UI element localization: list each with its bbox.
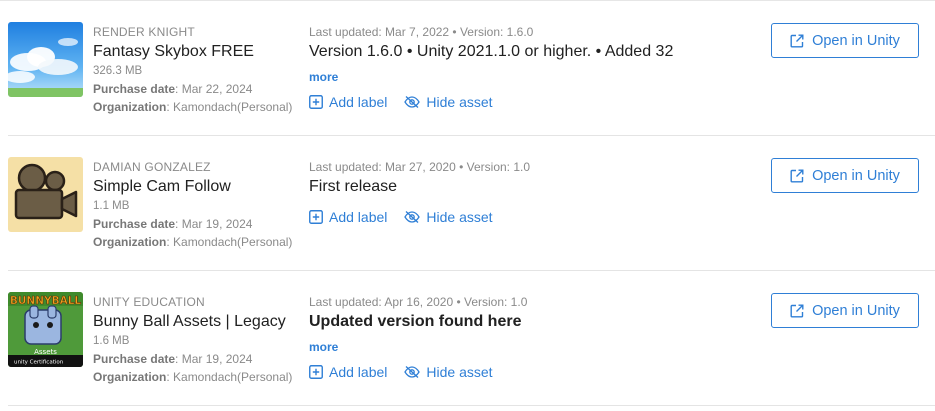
asset-actions: Add label Hide asset	[309, 209, 493, 225]
add-label-button[interactable]: Add label	[309, 94, 387, 110]
organization-label: Organization	[93, 370, 167, 384]
asset-row-bunny-ball: BUNNYBALL Assets unity Certification UNI…	[0, 271, 935, 406]
add-label-text: Add label	[329, 364, 388, 380]
asset-actions: Add label Hide asset	[309, 94, 493, 110]
external-link-icon	[790, 169, 804, 182]
asset-title[interactable]: Bunny Ball Assets | Legacy	[93, 313, 299, 331]
eye-slash-icon	[404, 211, 421, 223]
hide-asset-button[interactable]: Hide asset	[404, 364, 493, 380]
plus-square-icon	[309, 95, 323, 109]
organization-value: : Kamondach(Personal)	[166, 370, 293, 384]
organization: Organization: Kamondach(Personal)	[93, 370, 299, 384]
organization: Organization: Kamondach(Personal)	[93, 100, 299, 114]
thumbnail-assets-text: Assets	[34, 348, 57, 356]
asset-size: 1.1 MB	[93, 200, 130, 212]
publisher-name: UNITY EDUCATION	[93, 295, 205, 309]
purchase-date: Purchase date: Mar 22, 2024	[93, 82, 299, 96]
publisher-name: DAMIAN GONZALEZ	[93, 160, 211, 174]
video-camera-thumbnail[interactable]	[8, 157, 83, 232]
asset-size: 326.3 MB	[93, 65, 143, 77]
open-in-unity-label: Open in Unity	[812, 167, 900, 184]
external-link-icon	[790, 304, 804, 317]
bunny-ball-thumbnail[interactable]: BUNNYBALL Assets unity Certification	[8, 292, 83, 367]
add-label-text: Add label	[329, 209, 388, 225]
asset-description: Version 1.6.0 • Unity 2021.1.0 or higher…	[309, 43, 674, 60]
add-label-button[interactable]: Add label	[309, 364, 387, 380]
hide-asset-button[interactable]: Hide asset	[404, 209, 493, 225]
hide-asset-text: Hide asset	[426, 364, 493, 380]
last-updated: Last updated: Mar 7, 2022 • Version: 1.6…	[309, 25, 534, 39]
purchase-date-label: Purchase date	[93, 217, 176, 231]
asset-description: Updated version found here	[309, 313, 522, 330]
organization-label: Organization	[93, 235, 167, 249]
asset-title[interactable]: Fantasy Skybox FREE	[93, 43, 299, 61]
hide-asset-text: Hide asset	[426, 209, 493, 225]
thumbnail-title-text: BUNNYBALL	[10, 295, 82, 307]
organization-value: : Kamondach(Personal)	[166, 100, 293, 114]
open-in-unity-button[interactable]: Open in Unity	[771, 158, 919, 193]
plus-square-icon	[309, 210, 323, 224]
asset-title[interactable]: Simple Cam Follow	[93, 178, 299, 196]
more-link[interactable]: more	[309, 340, 338, 354]
asset-actions: Add label Hide asset	[309, 364, 493, 380]
organization: Organization: Kamondach(Personal)	[93, 235, 299, 249]
purchase-date-value: : Mar 22, 2024	[175, 82, 253, 96]
organization-label: Organization	[93, 100, 167, 114]
open-in-unity-label: Open in Unity	[812, 32, 900, 49]
last-updated: Last updated: Mar 27, 2020 • Version: 1.…	[309, 160, 531, 174]
row-divider	[8, 405, 935, 406]
purchase-date: Purchase date: Mar 19, 2024	[93, 217, 299, 231]
open-in-unity-button[interactable]: Open in Unity	[771, 23, 919, 58]
purchase-date: Purchase date: Mar 19, 2024	[93, 352, 299, 366]
purchase-date-label: Purchase date	[93, 352, 176, 366]
open-in-unity-button[interactable]: Open in Unity	[771, 293, 919, 328]
last-updated: Last updated: Apr 16, 2020 • Version: 1.…	[309, 295, 528, 309]
thumbnail-badge-text: unity Certification	[14, 360, 64, 366]
hide-asset-button[interactable]: Hide asset	[404, 94, 493, 110]
purchase-date-label: Purchase date	[93, 82, 176, 96]
publisher-name: RENDER KNIGHT	[93, 25, 195, 39]
purchase-date-value: : Mar 19, 2024	[175, 217, 253, 231]
eye-slash-icon	[404, 366, 421, 378]
open-in-unity-label: Open in Unity	[812, 302, 900, 319]
asset-size: 1.6 MB	[93, 335, 130, 347]
external-link-icon	[790, 34, 804, 47]
eye-slash-icon	[404, 96, 421, 108]
organization-value: : Kamondach(Personal)	[166, 235, 293, 249]
asset-description: First release	[309, 178, 398, 195]
add-label-text: Add label	[329, 94, 388, 110]
asset-row-fantasy-skybox: RENDER KNIGHT Fantasy Skybox FREE 326.3 …	[0, 1, 935, 136]
more-link[interactable]: more	[309, 70, 338, 84]
add-label-button[interactable]: Add label	[309, 209, 387, 225]
asset-row-simple-cam-follow: DAMIAN GONZALEZ Simple Cam Follow 1.1 MB…	[0, 136, 935, 271]
hide-asset-text: Hide asset	[426, 94, 493, 110]
purchase-date-value: : Mar 19, 2024	[175, 352, 253, 366]
plus-square-icon	[309, 365, 323, 379]
sky-clouds-thumbnail[interactable]	[8, 22, 83, 97]
